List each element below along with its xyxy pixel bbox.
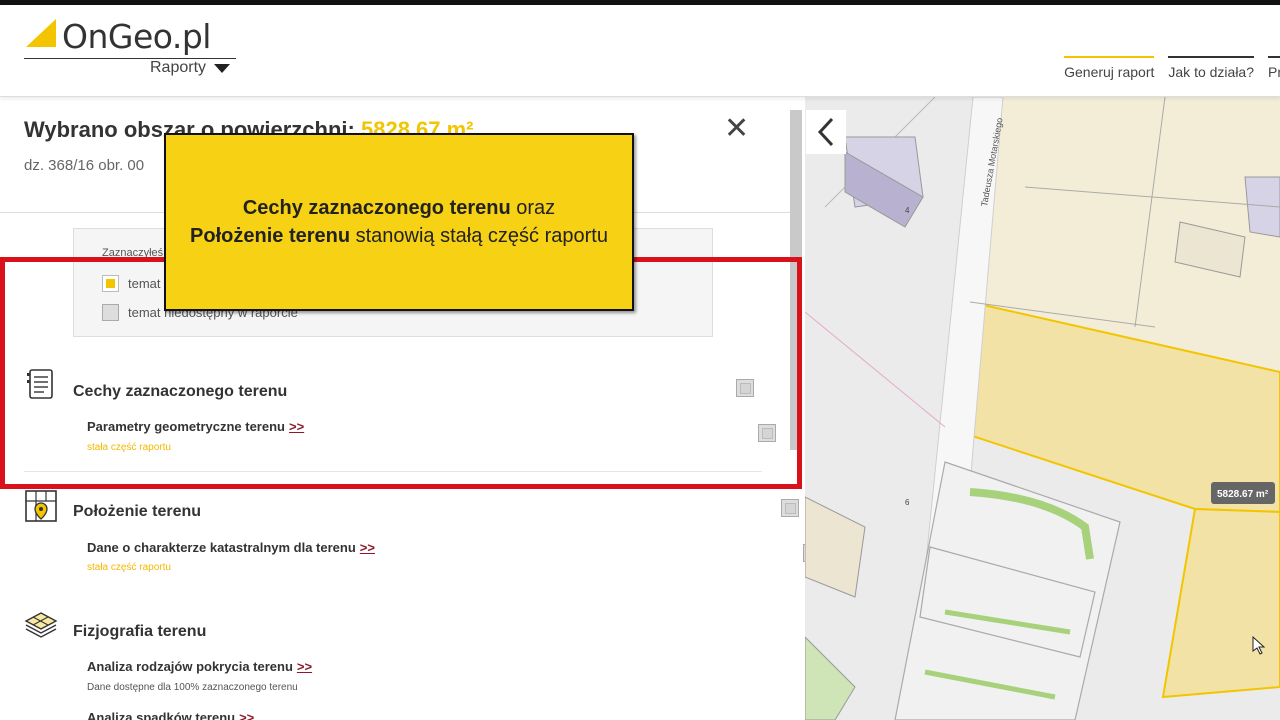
parcel-subtitle: dz. 368/16 obr. 00 xyxy=(24,157,145,174)
sub-land-cover-link[interactable]: >> xyxy=(297,659,312,674)
sub-cadastral: Dane o charakterze katastralnym dla tere… xyxy=(87,540,375,555)
nav-more[interactable]: Pr xyxy=(1268,56,1280,80)
callout-text: Cechy zaznaczonego terenu oraz Położenie… xyxy=(190,194,608,250)
logo-triangle-icon xyxy=(26,19,56,47)
nav-generate-report[interactable]: Generuj raport xyxy=(1064,56,1155,80)
layers-grid-icon xyxy=(24,612,58,638)
tutorial-callout: Cechy zaznaczonego terenu oraz Położenie… xyxy=(164,133,634,311)
section-title-physiography: Fizjografia terenu xyxy=(73,623,207,640)
sub-cadastral-link[interactable]: >> xyxy=(360,540,375,555)
chevron-down-icon xyxy=(214,63,231,73)
section-checkbox-location xyxy=(780,499,799,517)
callout-bold-2: Położenie terenu xyxy=(190,225,351,247)
sub-land-cover-label: Analiza rodzajów pokrycia terenu xyxy=(87,659,293,674)
map-canvas: 4 6 Tadeusza Motarskiego 5828.67 m² xyxy=(805,97,1280,720)
sub-slopes: Analiza spadków terenu >> xyxy=(87,710,254,720)
reports-label: Raporty xyxy=(150,59,207,76)
nav-how-it-works[interactable]: Jak to działa? xyxy=(1168,56,1254,80)
logo[interactable]: OnGeo.pl xyxy=(24,13,236,59)
header: OnGeo.pl Raporty Generuj raport Jak to d… xyxy=(0,5,1280,97)
area-label: 5828.67 m² xyxy=(1217,489,1269,500)
callout-text-1: oraz xyxy=(510,197,556,219)
map-number-4: 4 xyxy=(905,206,910,215)
sub-land-cover: Analiza rodzajów pokrycia terenu >> xyxy=(87,659,312,674)
note-availability: Dane dostępne dla 100% zaznaczonego tere… xyxy=(87,682,298,693)
reports-dropdown[interactable]: Raporty xyxy=(150,59,231,77)
close-icon[interactable]: ✕ xyxy=(724,111,749,146)
sub-cadastral-label: Dane o charakterze katastralnym dla tere… xyxy=(87,540,356,555)
map-view[interactable]: 4 6 Tadeusza Motarskiego 5828.67 m² xyxy=(805,97,1280,720)
top-nav: Generuj raport Jak to działa? Pr xyxy=(1064,56,1280,80)
callout-text-2: stanowią stałą część raportu xyxy=(350,225,608,247)
map-number-6: 6 xyxy=(905,498,910,507)
note-fixed-2: stała część raportu xyxy=(87,562,171,573)
sub-slopes-label: Analiza spadków terenu xyxy=(87,710,236,720)
logo-text: OnGeo.pl xyxy=(62,17,211,56)
back-chevron-icon[interactable] xyxy=(806,110,846,154)
sub-slopes-link[interactable]: >> xyxy=(239,710,254,720)
section-title-location: Położenie terenu xyxy=(73,503,202,520)
map-pin-icon xyxy=(25,490,57,522)
callout-bold-1: Cechy zaznaczonego terenu xyxy=(242,197,511,219)
